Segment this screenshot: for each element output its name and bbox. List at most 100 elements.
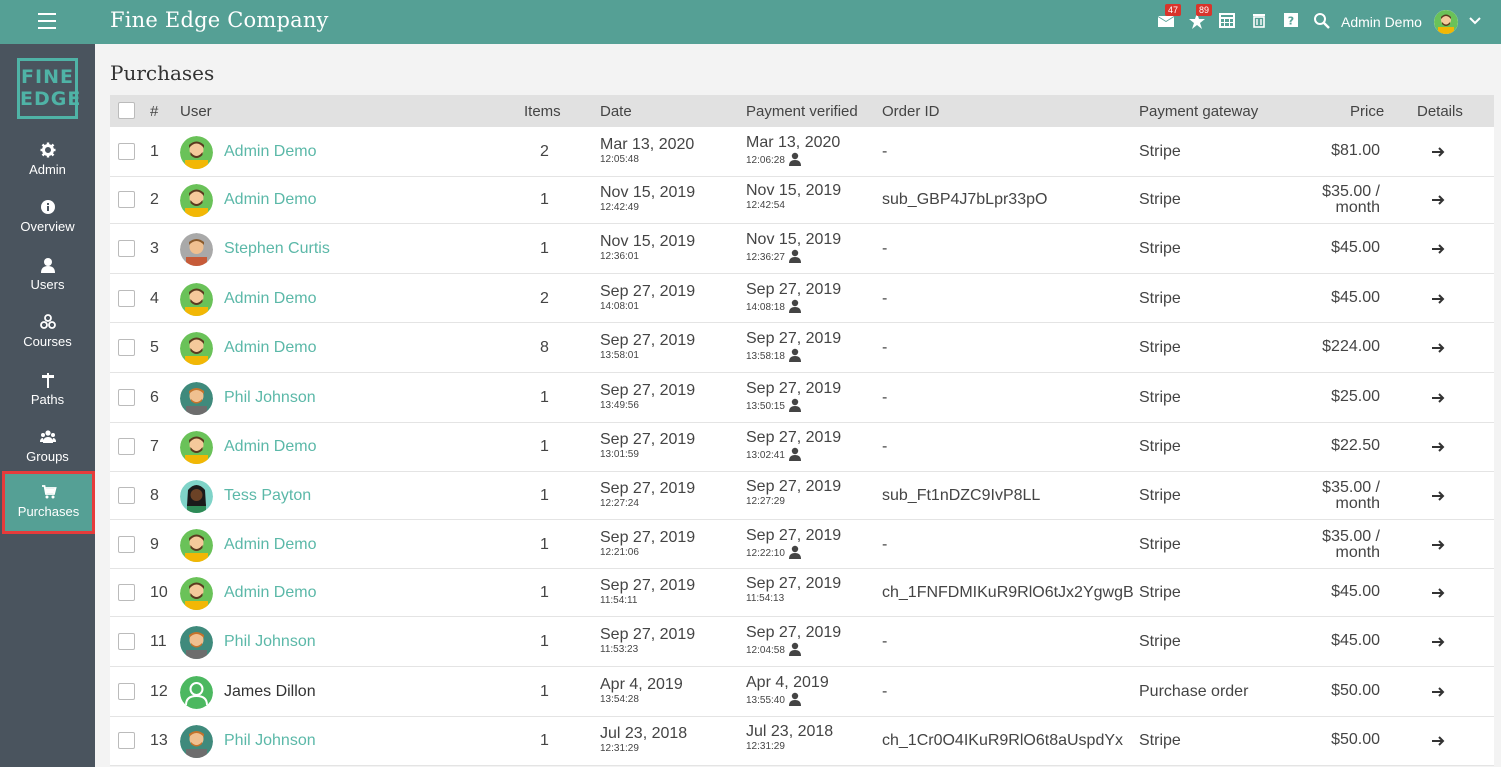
select-all-checkbox[interactable] [118, 102, 135, 119]
table-row[interactable]: 1 Admin Demo 2 Mar 13, 2020 12:05:48 Mar 13, … [110, 127, 1494, 177]
details-arrow-icon[interactable] [1430, 291, 1446, 307]
table-row[interactable]: 3 Stephen Curtis 1 Nov 15, 2019 12:36:01 Nov … [110, 224, 1494, 274]
row-checkbox[interactable] [118, 633, 135, 651]
table-row[interactable]: 6 Phil Johnson 1 Sep 27, 2019 13:49:56 Sep 27… [110, 372, 1494, 423]
items-count: 1 [540, 191, 549, 209]
user-avatar[interactable] [180, 480, 213, 514]
details-arrow-icon[interactable] [1430, 684, 1446, 700]
calendar-icon[interactable] [1219, 12, 1237, 30]
trash-icon[interactable] [1251, 12, 1269, 30]
row-checkbox[interactable] [118, 438, 135, 456]
user-avatar[interactable] [180, 184, 213, 218]
table-row[interactable]: 5 Admin Demo 8 Sep 27, 2019 13:58:01 Sep 27, … [110, 323, 1494, 373]
table-row[interactable]: 7 Admin Demo 1 Sep 27, 2019 13:01:59 Sep 27, … [110, 422, 1494, 473]
user-name-link[interactable]: Admin Demo [224, 438, 316, 456]
details-arrow-icon[interactable] [1430, 537, 1446, 553]
row-checkbox[interactable] [118, 487, 135, 505]
user-name-link[interactable]: Admin Demo [224, 290, 316, 308]
user-avatar[interactable] [180, 431, 213, 465]
details-arrow-icon[interactable] [1430, 144, 1446, 160]
row-checkbox[interactable] [118, 339, 135, 357]
column-header-user[interactable]: User [180, 103, 212, 120]
notifications-icon[interactable]: 89 [1188, 4, 1213, 30]
sidebar-item-purchases[interactable]: Purchases [2, 471, 95, 534]
user-avatar[interactable] [180, 332, 213, 366]
column-header-order-id[interactable]: Order ID [882, 103, 940, 120]
column-header-date[interactable]: Date [600, 103, 632, 120]
details-arrow-icon[interactable] [1430, 585, 1446, 601]
table-row[interactable]: 11 Phil Johnson 1 Sep 27, 2019 11:53:23 Sep 2… [110, 617, 1494, 668]
details-arrow-icon[interactable] [1430, 241, 1446, 257]
details-arrow-icon[interactable] [1430, 488, 1446, 504]
column-header-number[interactable]: # [150, 103, 158, 120]
user-avatar[interactable] [180, 381, 213, 415]
company-logo[interactable]: FINE EDGE [17, 58, 80, 119]
sidebar-item-courses[interactable]: Courses [0, 306, 95, 362]
user-name-link[interactable]: Admin Demo [224, 339, 316, 357]
row-checkbox[interactable] [118, 535, 135, 553]
row-checkbox[interactable] [118, 584, 135, 602]
user-name-link[interactable]: Admin Demo [224, 191, 316, 209]
table-row[interactable]: 9 Admin Demo 1 Sep 27, 2019 12:21:06 Sep 27, … [110, 520, 1494, 570]
user-avatar[interactable] [180, 675, 213, 709]
user-avatar[interactable] [180, 528, 213, 562]
row-checkbox[interactable] [118, 388, 135, 406]
details-arrow-icon[interactable] [1430, 634, 1446, 650]
column-header-payment-gateway[interactable]: Payment gateway [1139, 103, 1258, 120]
column-header-price[interactable]: Price [1350, 103, 1384, 120]
details-arrow-icon[interactable] [1430, 340, 1446, 356]
help-icon[interactable]: ? [1283, 12, 1301, 30]
user-name-link[interactable]: Admin Demo [224, 536, 316, 554]
row-checkbox[interactable] [118, 142, 135, 160]
sidebar-item-paths[interactable]: Paths [0, 364, 95, 420]
user-name-link[interactable]: Phil Johnson [224, 389, 316, 407]
chevron-down-icon[interactable] [1468, 14, 1486, 32]
messages-icon[interactable]: 47 [1157, 4, 1182, 30]
sidebar-item-users[interactable]: Users [0, 249, 95, 305]
table-row[interactable]: 4 Admin Demo 2 Sep 27, 2019 14:08:01 Sep 27, … [110, 273, 1494, 324]
table-row[interactable]: 8 Tess Payton 1 Sep 27, 2019 12:27:24 Sep 27,… [110, 472, 1494, 521]
user-avatar[interactable] [180, 577, 213, 611]
user-avatar[interactable] [180, 282, 213, 316]
sidebar-item-label: Users [30, 277, 65, 292]
main-content: Purchases # User Items Date Payment veri… [95, 44, 1501, 767]
details-arrow-icon[interactable] [1430, 439, 1446, 455]
menu-icon[interactable] [38, 13, 56, 29]
table-row[interactable]: 10 Admin Demo 1 Sep 27, 2019 11:54:11 Sep 27,… [110, 569, 1494, 618]
row-checkbox[interactable] [118, 239, 135, 257]
user-avatar[interactable] [180, 626, 213, 660]
purchase-date: Nov 15, 2019 12:42:49 [600, 184, 696, 214]
user-name-link[interactable]: Phil Johnson [224, 633, 316, 651]
purchase-date: Sep 27, 2019 12:27:24 [600, 480, 696, 510]
order-id: sub_Ft1nDZC9IvP8LL [882, 487, 1041, 505]
sidebar-item-overview[interactable]: Overview [0, 191, 95, 247]
column-header-items[interactable]: Items [524, 103, 561, 120]
sidebar-item-groups[interactable]: Groups [0, 421, 95, 477]
payment-gateway: Stripe [1139, 191, 1181, 209]
user-name-link[interactable]: Admin Demo [224, 584, 316, 602]
table-row[interactable]: 12 James Dillon 1 Apr 4, 2019 13:54:28 Apr 4,… [110, 667, 1494, 717]
row-checkbox[interactable] [118, 732, 135, 750]
price-value: $25.00 [1331, 387, 1380, 405]
details-arrow-icon[interactable] [1430, 733, 1446, 749]
user-avatar[interactable] [180, 232, 213, 266]
current-user-avatar[interactable] [1434, 10, 1458, 34]
search-icon[interactable] [1313, 12, 1331, 30]
details-arrow-icon[interactable] [1430, 192, 1446, 208]
sidebar-item-admin[interactable]: Admin [0, 134, 95, 190]
table-row[interactable]: 13 Phil Johnson 1 Jul 23, 2018 12:31:29 Jul 2… [110, 716, 1494, 767]
user-avatar[interactable] [180, 725, 213, 759]
column-header-payment-verified[interactable]: Payment verified [746, 103, 858, 120]
user-name-link[interactable]: Stephen Curtis [224, 240, 330, 258]
details-arrow-icon[interactable] [1430, 390, 1446, 406]
user-name-link[interactable]: Admin Demo [224, 143, 316, 161]
row-checkbox[interactable] [118, 682, 135, 700]
table-row[interactable]: 2 Admin Demo 1 Nov 15, 2019 12:42:49 Nov 15, … [110, 176, 1494, 225]
row-checkbox[interactable] [118, 289, 135, 307]
user-name-link[interactable]: Phil Johnson [224, 732, 316, 750]
user-name-link[interactable]: Tess Payton [224, 487, 311, 505]
items-count: 1 [540, 732, 549, 750]
row-checkbox[interactable] [118, 191, 135, 209]
current-user-name[interactable]: Admin Demo [1341, 14, 1422, 30]
user-avatar[interactable] [180, 135, 213, 169]
